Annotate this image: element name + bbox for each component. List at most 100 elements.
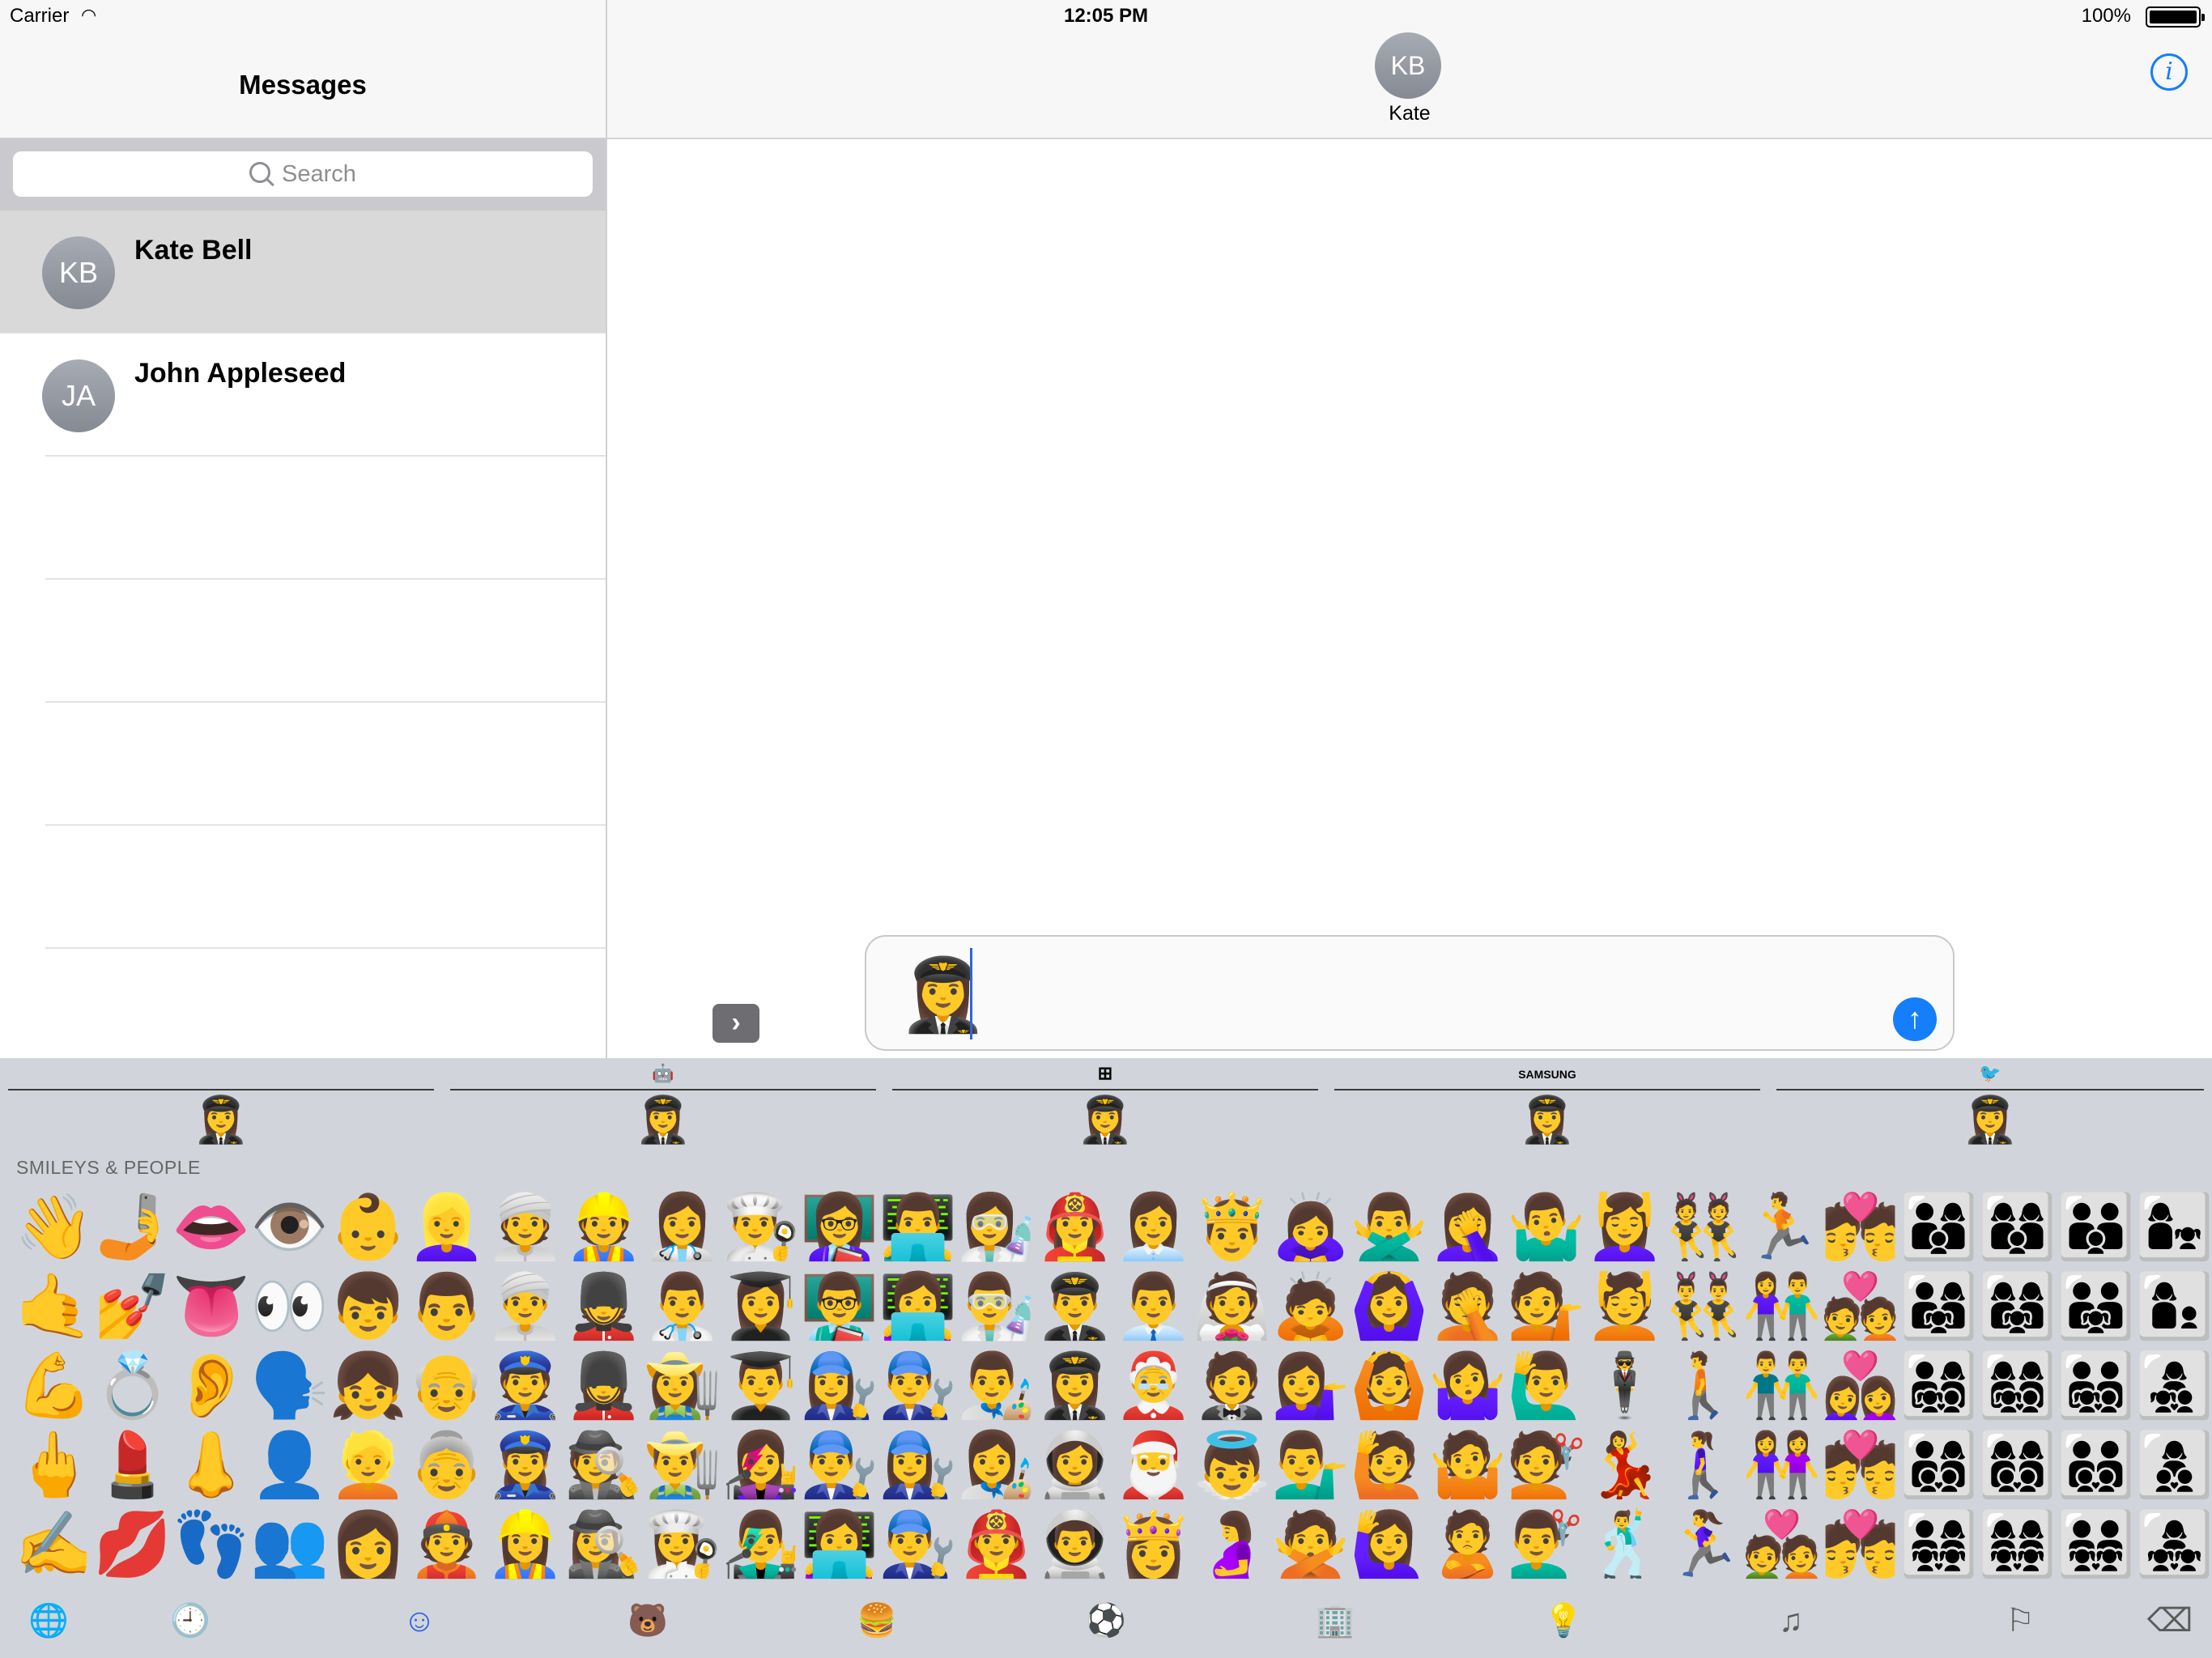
emoji-key[interactable]: 👩‍👧 [2135, 1188, 2212, 1267]
recipient-avatar[interactable]: KB [1375, 32, 1441, 99]
emoji-key[interactable]: 👭 [1742, 1426, 1821, 1505]
vendor-android[interactable]: 🤖 👩‍✈️ [442, 1058, 884, 1147]
emoji-key[interactable]: 👨‍👨‍👦‍👦 [2057, 1426, 2135, 1505]
emoji-key[interactable]: 👰 [1193, 1267, 1271, 1346]
emoji-key[interactable]: 👋 [15, 1188, 93, 1267]
emoji-key[interactable]: 🗣️ [250, 1346, 329, 1426]
emoji-key[interactable]: 👩‍💻 [878, 1267, 957, 1346]
emoji-key[interactable]: 👦 [329, 1267, 407, 1346]
emoji-key[interactable]: 🕺 [1585, 1505, 1664, 1584]
emoji-key[interactable]: 👨‍🔧 [878, 1505, 957, 1584]
emoji-key[interactable]: 👷‍♀️ [486, 1505, 564, 1584]
emoji-key[interactable]: 👶 [329, 1188, 407, 1267]
emoji-key[interactable]: 👴 [407, 1346, 486, 1426]
emoji-key[interactable]: 👩‍🍳 [643, 1505, 721, 1584]
send-button[interactable]: ↑ [1893, 997, 1937, 1041]
tab-symbols-icon[interactable]: ♫ [1759, 1594, 1823, 1647]
search-input[interactable]: Search [13, 151, 593, 197]
emoji-key[interactable]: 👩‍🚒 [1036, 1188, 1114, 1267]
emoji-key[interactable]: 👃 [172, 1426, 250, 1505]
conversation-item-kate-bell[interactable]: KB Kate Bell [0, 210, 606, 334]
emoji-key[interactable]: 👩‍💻 [800, 1505, 878, 1584]
emoji-key[interactable]: 🏃‍♀️ [1664, 1505, 1742, 1584]
emoji-key[interactable]: 🙋‍♀️ [1350, 1505, 1428, 1584]
emoji-key[interactable]: 💏 [1821, 1426, 1899, 1505]
emoji-key[interactable]: 🙎 [1428, 1505, 1507, 1584]
emoji-key[interactable]: 👧 [329, 1346, 407, 1426]
vendor-samsung[interactable]: SAMSUNG 👩‍✈️ [1326, 1058, 1768, 1147]
emoji-key[interactable]: 👩‍👩‍👦 [1978, 1188, 2057, 1267]
emoji-key[interactable]: 🤷 [1428, 1426, 1507, 1505]
emoji-key[interactable]: 👩‍👩‍👦‍👦 [1978, 1426, 2057, 1505]
emoji-key[interactable]: 👩‍🏫 [800, 1188, 878, 1267]
emoji-key[interactable]: 💏 [1821, 1188, 1899, 1267]
emoji-key[interactable]: 👩‍🔧 [800, 1346, 878, 1426]
emoji-key[interactable]: 🤦‍♀️ [1428, 1188, 1507, 1267]
emoji-key[interactable]: 👨‍👨‍👧‍👦 [2057, 1346, 2135, 1426]
emoji-key[interactable]: 👀 [250, 1267, 329, 1346]
emoji-key[interactable]: 👨‍👩‍👧 [1899, 1267, 1978, 1346]
emoji-key[interactable]: 👩‍👩‍👧‍👧 [1978, 1505, 2057, 1584]
emoji-key[interactable]: 👨‍💼 [1114, 1267, 1193, 1346]
emoji-key[interactable]: 👂 [172, 1346, 250, 1426]
emoji-key[interactable]: 💑 [1742, 1505, 1821, 1584]
emoji-key[interactable]: 🚶‍♀️ [1664, 1426, 1742, 1505]
emoji-key[interactable]: 👩‍👧‍👧 [2135, 1505, 2212, 1584]
emoji-key[interactable]: 👨‍🔧 [878, 1346, 957, 1426]
emoji-key[interactable]: 🚶 [1664, 1346, 1742, 1426]
tab-travel-icon[interactable]: 🏢 [1303, 1594, 1368, 1647]
emoji-key[interactable]: 👵 [407, 1426, 486, 1505]
expand-apps-button[interactable]: › [713, 1004, 759, 1043]
emoji-key[interactable]: 🤳 [93, 1188, 172, 1267]
emoji-key[interactable]: 🙋 [1350, 1426, 1428, 1505]
emoji-key[interactable]: 👨‍👨‍👧 [2057, 1267, 2135, 1346]
emoji-key[interactable]: 👩‍👦 [2135, 1267, 2212, 1346]
emoji-key[interactable]: 👬 [1742, 1346, 1821, 1426]
emoji-key[interactable]: 👩‍👩‍👧 [1978, 1267, 2057, 1346]
emoji-key[interactable]: 👯‍♂️ [1664, 1267, 1742, 1346]
emoji-key[interactable]: ✍️ [15, 1505, 93, 1584]
emoji-key[interactable]: 👨‍🚒 [957, 1505, 1036, 1584]
emoji-key[interactable]: 💁‍♀️ [1271, 1346, 1350, 1426]
emoji-key[interactable]: 💑 [1821, 1267, 1899, 1346]
emoji-key[interactable]: 👨‍👨‍👦 [2057, 1188, 2135, 1267]
emoji-key[interactable]: 👩‍✈️ [1036, 1346, 1114, 1426]
emoji-key[interactable]: 👩‍🔧 [878, 1426, 957, 1505]
tab-activity-icon[interactable]: ⚽ [1074, 1594, 1138, 1647]
emoji-key[interactable]: 👩‍🎤 [721, 1426, 800, 1505]
emoji-key[interactable]: 👩‍⚕️ [643, 1188, 721, 1267]
emoji-key[interactable]: 👸 [1114, 1505, 1193, 1584]
vendor-twitter[interactable]: 🐦 👩‍✈️ [1768, 1058, 2212, 1147]
tab-animals-icon[interactable]: 🐻 [615, 1594, 680, 1647]
emoji-key[interactable]: 💋 [93, 1505, 172, 1584]
emoji-key[interactable]: 🤴 [1193, 1188, 1271, 1267]
emoji-key[interactable]: 👱‍♀️ [407, 1188, 486, 1267]
emoji-key[interactable]: 👯 [1664, 1188, 1742, 1267]
emoji-key[interactable]: 👨‍🎤 [721, 1505, 800, 1584]
emoji-key[interactable]: 💄 [93, 1426, 172, 1505]
emoji-key[interactable]: 💇 [1507, 1426, 1585, 1505]
emoji-key[interactable]: 🙅‍♂️ [1350, 1188, 1428, 1267]
emoji-key[interactable]: 🏃 [1742, 1188, 1821, 1267]
emoji-key[interactable]: 👩‍👦‍👦 [2135, 1426, 2212, 1505]
vendor-apple[interactable]: 👩‍✈️ [0, 1058, 442, 1147]
emoji-key[interactable]: 👼 [1193, 1426, 1271, 1505]
info-icon[interactable]: i [2150, 53, 2188, 91]
emoji-key[interactable]: 👨‍🔬 [957, 1267, 1036, 1346]
emoji-key[interactable]: 👳 [486, 1188, 564, 1267]
emoji-key[interactable]: 👨‍👨‍👧‍👧 [2057, 1505, 2135, 1584]
emoji-key[interactable]: 👲 [407, 1505, 486, 1584]
emoji-key[interactable]: 🙇‍♀️ [1271, 1188, 1350, 1267]
emoji-key[interactable]: 👨‍✈️ [1036, 1267, 1114, 1346]
emoji-key[interactable]: 👨 [407, 1267, 486, 1346]
emoji-key[interactable]: 👩‍🔬 [957, 1188, 1036, 1267]
emoji-key[interactable]: 🤶 [1114, 1346, 1193, 1426]
emoji-key[interactable]: 🤷‍♂️ [1507, 1188, 1585, 1267]
tab-recent-icon[interactable]: 🕘 [158, 1594, 223, 1647]
emoji-key[interactable]: 👮‍♀️ [486, 1426, 564, 1505]
emoji-key[interactable]: 👨‍🏫 [800, 1267, 878, 1346]
emoji-key[interactable]: 👨‍🚀 [1036, 1505, 1114, 1584]
emoji-key[interactable]: 👩‍🌾 [643, 1346, 721, 1426]
emoji-key[interactable]: 🕴️ [1585, 1346, 1664, 1426]
emoji-key[interactable]: 👥 [250, 1505, 329, 1584]
